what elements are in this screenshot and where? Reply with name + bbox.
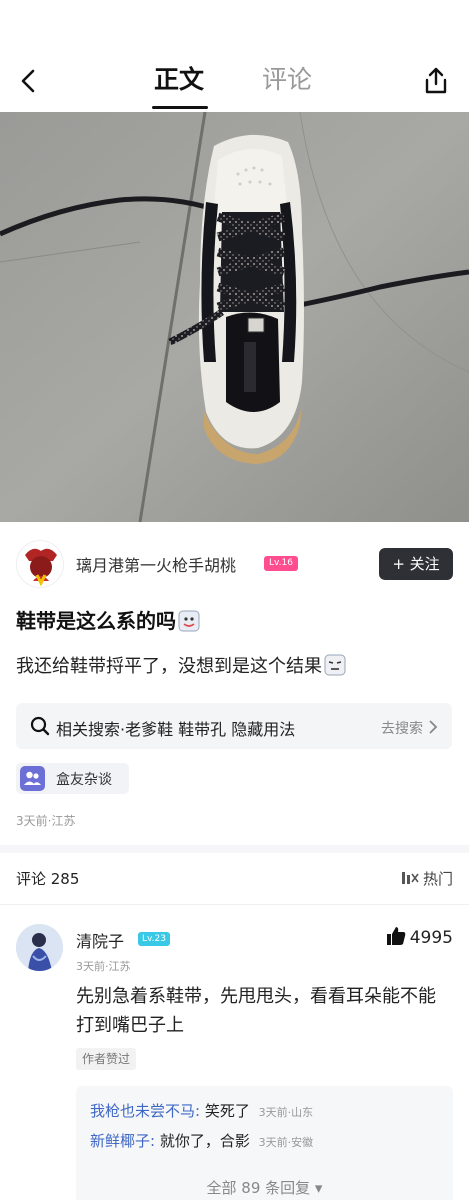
- reply-item[interactable]: 新鲜椰子: 就你了，合影 3天前·安徽: [90, 1130, 313, 1151]
- commenter-avatar[interactable]: [16, 924, 63, 971]
- author-avatar-image: [17, 541, 63, 587]
- sticker-emoji-icon: [178, 610, 200, 632]
- search-icon: [30, 716, 50, 736]
- like-count: 4995: [409, 928, 453, 948]
- plus-icon: +: [392, 555, 405, 573]
- comments-header: 评论 285 热门: [16, 868, 453, 888]
- follow-label: 关注: [409, 555, 440, 573]
- sort-toggle[interactable]: 热门: [401, 868, 453, 889]
- commenter-name[interactable]: 清院子: [76, 928, 124, 952]
- thumbs-up-icon: [386, 927, 406, 945]
- commenter-avatar-image: [16, 924, 63, 971]
- sort-label: 热门: [422, 870, 453, 888]
- top-nav-bar: 正文 评论: [0, 0, 469, 112]
- commenter-level-badge: Lv.23: [138, 932, 170, 946]
- author-level-badge: Lv.16: [264, 556, 298, 571]
- topic-tag[interactable]: 盒友杂谈: [16, 763, 129, 794]
- post-body: 我还给鞋带捋平了，没想到是这个结果: [16, 652, 346, 678]
- post-photo[interactable]: [0, 112, 469, 522]
- tab-bar: 正文 评论: [0, 62, 469, 109]
- reply-meta: 3天前·山东: [258, 1106, 314, 1119]
- comment-time-location: 3天前·江苏: [76, 960, 131, 973]
- reply-user[interactable]: 我枪也未尝不马:: [90, 1102, 200, 1120]
- author-name[interactable]: 璃月港第一火枪手胡桃: [76, 552, 236, 576]
- author-row: 璃月港第一火枪手胡桃 Lv.16 + 关注: [16, 540, 453, 588]
- sort-icon: [401, 872, 419, 884]
- reply-text: 笑死了: [204, 1102, 250, 1120]
- related-search-text: 相关搜索·老爹鞋 鞋带孔 隐藏用法: [56, 720, 296, 739]
- group-icon: [20, 766, 45, 791]
- go-search-link[interactable]: 去搜索: [381, 718, 438, 738]
- active-tab-indicator: [152, 106, 208, 109]
- view-all-replies-link[interactable]: 全部 89 条回复 ▾: [76, 1177, 453, 1198]
- tab-main-text[interactable]: 正文: [154, 62, 204, 98]
- reply-item[interactable]: 我枪也未尝不马: 笑死了 3天前·山东: [90, 1100, 313, 1121]
- follow-button[interactable]: + 关注: [379, 548, 453, 580]
- post-title-text: 鞋带是这么系的吗: [16, 609, 176, 633]
- post-time-location: 3天前·江苏: [16, 814, 76, 828]
- comments-count: 评论 285: [16, 870, 80, 888]
- replies-box: 我枪也未尝不马: 笑死了 3天前·山东 新鲜椰子: 就你了，合影 3天前·安徽 …: [76, 1086, 453, 1200]
- reply-user[interactable]: 新鲜椰子:: [90, 1132, 155, 1150]
- go-search-label: 去搜索: [381, 721, 423, 737]
- divider: [0, 904, 469, 905]
- section-divider: [0, 845, 469, 853]
- reply-text: 就你了，合影: [159, 1132, 250, 1150]
- tab-comments[interactable]: 评论: [262, 62, 312, 98]
- comment-text: 先别急着系鞋带，先甩甩头，看看耳朵能不能打到嘴巴子上: [76, 986, 436, 1036]
- post-title: 鞋带是这么系的吗: [16, 605, 200, 634]
- chevron-right-icon: [429, 720, 438, 734]
- shoe-photo-illustration: [0, 112, 469, 522]
- sticker-emoji-icon: [324, 654, 346, 676]
- topic-label: 盒友杂谈: [56, 772, 112, 788]
- post-body-text: 我还给鞋带捋平了，没想到是这个结果: [16, 656, 322, 677]
- reply-meta: 3天前·安徽: [258, 1136, 314, 1149]
- comment-item: 清院子 Lv.23 4995 3天前·江苏 先别急着系鞋带，先甩甩头，看看耳朵能…: [16, 924, 453, 1200]
- like-button[interactable]: 4995: [386, 926, 453, 948]
- related-search-bar[interactable]: 相关搜索·老爹鞋 鞋带孔 隐藏用法 去搜索: [16, 703, 452, 749]
- author-liked-badge: 作者赞过: [76, 1048, 137, 1070]
- share-icon[interactable]: [421, 66, 451, 96]
- author-avatar[interactable]: [16, 540, 64, 588]
